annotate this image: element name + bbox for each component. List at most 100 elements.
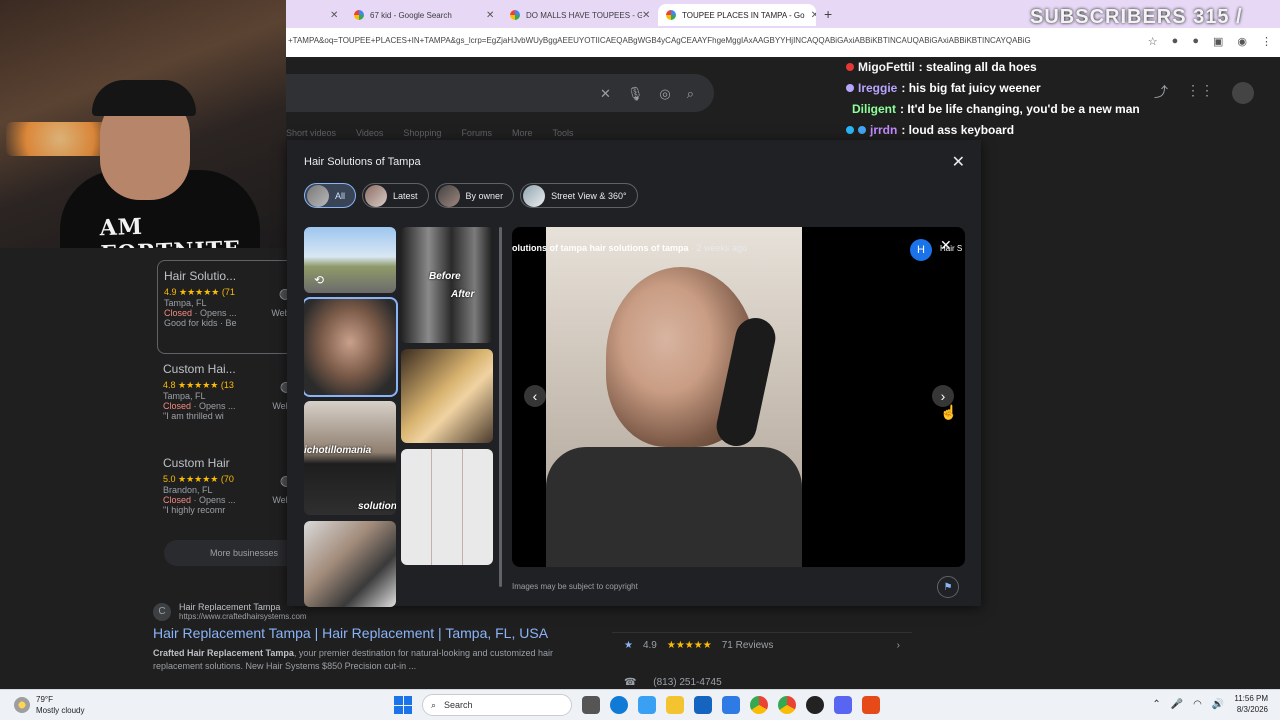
thumb-men-grid[interactable] (401, 449, 493, 565)
result-snippet: Crafted Hair Replacement Tampa, your pre… (153, 647, 593, 673)
search-icon[interactable]: ⌕ (687, 86, 694, 102)
close-icon[interactable]: ✕ (330, 10, 338, 21)
thumb-street-view[interactable]: ⟲ (304, 227, 396, 293)
shirt-text: AM FORTNITE (99, 213, 241, 248)
vscode-icon[interactable] (722, 696, 740, 714)
thumb-trichotillomania[interactable]: ichotillomania solution (304, 401, 396, 515)
chrome-icon[interactable] (750, 696, 768, 714)
profile-icon[interactable]: ◉ (1237, 35, 1247, 48)
tab-videos[interactable]: Videos (356, 128, 383, 138)
business-note: "I am thrilled wi (163, 411, 224, 421)
thumb-men-collage[interactable] (304, 521, 396, 607)
chip-thumb (365, 184, 388, 207)
file-explorer-icon[interactable] (666, 696, 684, 714)
owner-avatar[interactable]: H (910, 239, 932, 261)
chrome-profile-icon[interactable] (778, 696, 796, 714)
business-note: "I highly recomr (163, 505, 226, 515)
thumbnail-scrollbar[interactable] (499, 227, 502, 587)
share-icon[interactable]: ⤴ (1154, 82, 1168, 104)
snippet-bold: Crafted Hair Replacement Tampa (153, 648, 294, 658)
url-text[interactable]: +TAMPA&oq=TOUPEE+PLACES+IN+TAMPA&gs_lcrp… (288, 36, 1108, 45)
tab-close-2[interactable]: ✕ (634, 4, 658, 26)
photo-gallery-modal: Hair Solutions of Tampa ✕ All Latest By … (287, 140, 981, 607)
business-list: Hair Solutio... 4.9 ★★★★★ (71 Tampa, FL … (157, 260, 300, 542)
close-icon[interactable]: ✕ (486, 10, 494, 21)
edge-icon[interactable] (610, 696, 628, 714)
result-title-link[interactable]: Hair Replacement Tampa | Hair Replacemen… (153, 625, 593, 641)
business-card[interactable]: Hair Solutio... 4.9 ★★★★★ (71 Tampa, FL … (157, 260, 299, 354)
menu-dots-icon[interactable]: ⋮ (1261, 35, 1272, 48)
badge-icon (846, 125, 854, 134)
adblock-icon[interactable]: ● (1192, 35, 1199, 48)
mic-icon[interactable]: 🎙 (627, 86, 644, 102)
tab-label: 67 kid - Google Search (370, 10, 452, 20)
chat-user: jrrdn (870, 122, 898, 137)
thumb-before-after[interactable]: Before After (401, 227, 493, 343)
tab-short-videos[interactable]: Short videos (286, 128, 336, 138)
account-avatar[interactable] (1232, 82, 1254, 104)
store-icon[interactable] (694, 696, 712, 714)
tab-67-kid[interactable]: 67 kid - Google Search (346, 4, 496, 26)
review-count: 71 Reviews (721, 640, 774, 651)
photos-icon[interactable] (638, 696, 656, 714)
business-name[interactable]: Hair Solutio... (164, 269, 290, 283)
thumb-stylist[interactable] (401, 349, 493, 443)
tab-tools[interactable]: Tools (552, 128, 573, 138)
tab-forums[interactable]: Forums (461, 128, 492, 138)
lens-icon[interactable]: ◎ (659, 86, 670, 102)
search-icon: ⌕ (431, 699, 437, 710)
close-icon[interactable]: ✕ (952, 152, 965, 172)
app-icon[interactable] (862, 696, 880, 714)
speaker-icon[interactable]: 🔊 (1212, 699, 1224, 710)
bookmark-star-icon[interactable]: ☆ (1148, 35, 1158, 48)
report-flag-icon[interactable]: ⚑ (937, 576, 959, 598)
wifi-icon[interactable]: ◠ (1193, 699, 1202, 710)
mic-icon[interactable]: 🎤 (1171, 699, 1183, 710)
chip-by-owner[interactable]: By owner (434, 183, 515, 208)
badge-icon (846, 62, 854, 71)
task-view-icon[interactable] (582, 696, 600, 714)
chip-street-view[interactable]: Street View & 360° (520, 183, 638, 208)
chip-latest[interactable]: Latest (362, 183, 429, 208)
phone-number: (813) 251-4745 (653, 677, 722, 688)
extension-icon[interactable]: ● (1172, 35, 1179, 48)
phone-row[interactable]: ☎ (813) 251-4745 (624, 677, 722, 688)
chip-thumb (307, 184, 329, 207)
chevron-up-icon[interactable]: ⌃ (1152, 699, 1160, 710)
windows-start-icon[interactable] (394, 696, 412, 714)
close-icon[interactable]: ✕ (642, 10, 650, 21)
google-icon (510, 10, 520, 20)
google-header-icons: ⤴ ⋮⋮ (1154, 82, 1254, 104)
address-bar[interactable]: +TAMPA&oq=TOUPEE+PLACES+IN+TAMPA&gs_lcrp… (286, 28, 1280, 57)
chat-message: : loud ass keyboard (901, 122, 1015, 137)
discord-icon[interactable] (834, 696, 852, 714)
new-tab-button[interactable]: + (824, 6, 832, 22)
business-name[interactable]: Custom Hai... (163, 362, 291, 376)
reviews-row[interactable]: ★ 4.9 ★★★★★ 71 Reviews › (612, 632, 912, 658)
tab-close-prev[interactable]: ✕ (322, 4, 346, 26)
chip-all[interactable]: All (304, 183, 357, 208)
weather-widget[interactable]: 79°F Mostly cloudy (14, 694, 84, 716)
business-name[interactable]: Custom Hair (163, 456, 291, 470)
close-icon[interactable]: ✕ (811, 10, 816, 21)
business-card[interactable]: Custom Hai... 4.8 ★★★★★ (13 Tampa, FL Cl… (157, 354, 300, 448)
thumb-selected[interactable] (304, 297, 398, 397)
tab-toupee-places[interactable]: TOUPEE PLACES IN TAMPA - Go ✕ (658, 4, 816, 26)
clock[interactable]: 11:56 PM 8/3/2026 (1234, 693, 1268, 715)
solution-label: solution (358, 501, 396, 512)
webcam-overlay: AM FORTNITE (0, 0, 286, 248)
clear-icon[interactable]: ✕ (600, 86, 611, 102)
business-card[interactable]: Custom Hair 5.0 ★★★★★ (70 Brandon, FL Cl… (157, 448, 300, 542)
apps-grid-icon[interactable]: ⋮⋮ (1186, 82, 1214, 104)
tab-malls-toupees[interactable]: DO MALLS HAVE TOUPEES - Go (502, 4, 642, 26)
obs-icon[interactable] (806, 696, 824, 714)
puzzle-icon[interactable]: ▣ (1213, 35, 1223, 48)
tab-close-1[interactable]: ✕ (478, 4, 502, 26)
main-photo (546, 227, 802, 567)
tab-shopping[interactable]: Shopping (403, 128, 441, 138)
photo-viewer: olutions of tampa hair solutions of tamp… (512, 227, 965, 567)
previous-photo-button[interactable]: ‹ (524, 385, 546, 407)
tab-more[interactable]: More (512, 128, 533, 138)
taskbar-search[interactable]: ⌕ Search (422, 694, 572, 716)
viewer-close-icon[interactable]: ✕ (940, 237, 952, 254)
